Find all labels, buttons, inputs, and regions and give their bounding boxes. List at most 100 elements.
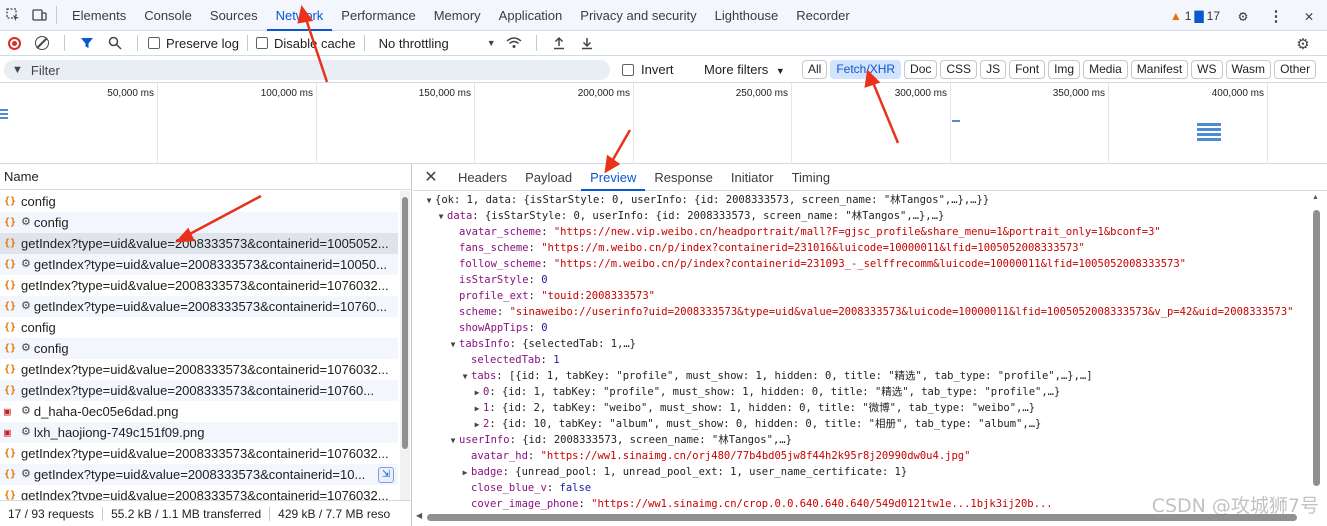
- tab-application[interactable]: Application: [490, 0, 572, 31]
- filter-chip-css[interactable]: CSS: [940, 60, 978, 79]
- request-row[interactable]: {} config: [0, 191, 398, 212]
- json-tree-line[interactable]: selectedTab: 1: [413, 352, 1309, 368]
- device-toolbar-icon[interactable]: [26, 0, 52, 31]
- scroll-up-arrow-icon[interactable]: ▲: [1312, 194, 1319, 201]
- expand-down-icon[interactable]: ▼: [423, 193, 435, 209]
- filter-input[interactable]: ▼ Filter: [4, 60, 610, 80]
- tab-privacy-and-security[interactable]: Privacy and security: [571, 0, 705, 31]
- filter-chip-ws[interactable]: WS: [1191, 60, 1223, 79]
- request-row[interactable]: {} getIndex?type=uid&value=2008333573&con…: [0, 359, 398, 380]
- request-row[interactable]: {} ⚙ getIndex?type=uid&value=2008333573&co…: [0, 464, 398, 485]
- filter-chip-img[interactable]: Img: [1048, 60, 1081, 79]
- details-tab-payload[interactable]: Payload: [516, 164, 581, 191]
- search-button[interactable]: [101, 31, 129, 56]
- preserve-log-checkbox[interactable]: Preserve log: [148, 36, 239, 51]
- preview-vertical-scrollbar[interactable]: ▲: [1310, 192, 1322, 510]
- json-tree-line[interactable]: ▼ userInfo: {id: 2008333573, screen_name:…: [413, 432, 1309, 448]
- tab-sources[interactable]: Sources: [201, 0, 267, 31]
- expand-down-icon[interactable]: ▼: [459, 369, 471, 385]
- json-tree-line[interactable]: fans_scheme: "https://m.weibo.cn/p/index…: [413, 240, 1309, 256]
- json-tree-line[interactable]: avatar_hd: "https://ww1.sinaimg.cn/orj48…: [413, 448, 1309, 464]
- tab-console[interactable]: Console: [135, 0, 201, 31]
- filter-toggle-button[interactable]: [73, 31, 101, 56]
- tab-elements[interactable]: Elements: [63, 0, 135, 31]
- details-tab-initiator[interactable]: Initiator: [722, 164, 783, 191]
- json-tree-line[interactable]: ▶ 0: {id: 1, tabKey: "profile", must_show…: [413, 384, 1309, 400]
- json-tree-line[interactable]: ▶ badge: {unread_pool: 1, unread_pool_ext…: [413, 464, 1309, 480]
- json-tree-line[interactable]: avatar_scheme: "https://new.vip.weibo.cn…: [413, 224, 1309, 240]
- json-tree-line[interactable]: ▶ 2: {id: 10, tabKey: "album", must_show:…: [413, 416, 1309, 432]
- clear-button[interactable]: [28, 31, 56, 56]
- tab-network[interactable]: Network: [266, 0, 333, 31]
- open-in-panel-icon[interactable]: ⇲: [378, 466, 394, 483]
- filter-chip-wasm[interactable]: Wasm: [1225, 60, 1272, 79]
- json-tree-line[interactable]: isStarStyle: 0: [413, 272, 1309, 288]
- request-row[interactable]: {} ⚙ config: [0, 338, 398, 359]
- filter-chip-other[interactable]: Other: [1274, 60, 1317, 79]
- settings-gear-icon[interactable]: ⚙: [1228, 7, 1258, 25]
- scrollbar-thumb[interactable]: [402, 197, 408, 449]
- more-options-icon[interactable]: ⋮: [1261, 7, 1291, 25]
- inspect-element-icon[interactable]: [0, 0, 26, 31]
- details-tab-response[interactable]: Response: [645, 164, 722, 191]
- tab-lighthouse[interactable]: Lighthouse: [706, 0, 788, 31]
- network-overview-timeline[interactable]: 50,000 ms 100,000 ms 150,000 ms 200,000 ms 2…: [0, 83, 1327, 164]
- json-tree-line[interactable]: profile_ext: "touid:2008333573": [413, 288, 1309, 304]
- json-tree-line[interactable]: ▼ {ok: 1, data: {isStarStyle: 0, userInfo…: [413, 192, 1309, 208]
- close-icon[interactable]: ✕: [413, 167, 449, 187]
- details-tab-preview[interactable]: Preview: [581, 164, 646, 191]
- json-tree-line[interactable]: ▼ tabs: [{id: 1, tabKey: "profile", must_…: [413, 368, 1309, 384]
- expand-right-icon[interactable]: ▶: [471, 401, 483, 417]
- import-har-button[interactable]: [545, 31, 573, 56]
- request-row[interactable]: {} ⚙ getIndex?type=uid&value=2008333573&co…: [0, 254, 398, 275]
- throttling-select[interactable]: No throttling: [379, 36, 449, 51]
- tab-recorder[interactable]: Recorder: [787, 0, 858, 31]
- request-row[interactable]: {} getIndex?type=uid&value=2008333573&con…: [0, 233, 398, 254]
- filter-chip-fetch-xhr[interactable]: Fetch/XHR: [830, 60, 902, 79]
- tab-memory[interactable]: Memory: [425, 0, 490, 31]
- filter-chip-doc[interactable]: Doc: [904, 60, 938, 79]
- json-tree-line[interactable]: ▼ data: {isStarStyle: 0, userInfo: {id: 2…: [413, 208, 1309, 224]
- scrollbar-thumb[interactable]: [1313, 210, 1320, 486]
- chevron-down-icon[interactable]: ▼: [487, 38, 496, 48]
- record-button[interactable]: [0, 31, 28, 56]
- details-tab-timing[interactable]: Timing: [783, 164, 840, 191]
- request-row[interactable]: ▣ ⚙ lxh_haojiong-749c151f09.png: [0, 422, 398, 443]
- checkbox-box[interactable]: [255, 37, 268, 49]
- json-tree-line[interactable]: ▶ 1: {id: 2, tabKey: "weibo", must_show: …: [413, 400, 1309, 416]
- request-row[interactable]: {} ⚙ config: [0, 212, 398, 233]
- tab-performance[interactable]: Performance: [332, 0, 424, 31]
- invert-checkbox[interactable]: Invert: [622, 62, 674, 77]
- json-tree-line[interactable]: scheme: "sinaweibo://userinfo?uid=200833…: [413, 304, 1309, 320]
- network-conditions-button[interactable]: [500, 31, 528, 56]
- more-filters-dropdown[interactable]: More filters ▼: [704, 62, 785, 77]
- checkbox-box[interactable]: [148, 37, 160, 49]
- close-icon[interactable]: ✕: [1294, 7, 1324, 25]
- json-tree-line[interactable]: ▼ tabsInfo: {selectedTab: 1,…}: [413, 336, 1309, 352]
- request-row[interactable]: {} getIndex?type=uid&value=2008333573&con…: [0, 380, 398, 401]
- filter-chip-font[interactable]: Font: [1009, 60, 1046, 79]
- details-tab-headers[interactable]: Headers: [449, 164, 516, 191]
- scroll-left-arrow-icon[interactable]: ◀: [416, 511, 422, 520]
- checkbox-box[interactable]: [622, 63, 634, 76]
- filter-chip-media[interactable]: Media: [1083, 60, 1128, 79]
- json-tree-line[interactable]: follow_scheme: "https://m.weibo.cn/p/ind…: [413, 256, 1309, 272]
- expand-right-icon[interactable]: ▶: [471, 417, 483, 433]
- request-row[interactable]: ▣ ⚙ d_haha-0ec05e6dad.png: [0, 401, 398, 422]
- expand-right-icon[interactable]: ▶: [459, 465, 471, 481]
- filter-chip-js[interactable]: JS: [980, 60, 1007, 79]
- expand-right-icon[interactable]: ▶: [471, 385, 483, 401]
- request-row[interactable]: {} config: [0, 317, 398, 338]
- issues-counter[interactable]: ▲ 1 ▇ 17: [1170, 9, 1220, 23]
- network-settings-button[interactable]: ⚙: [1289, 31, 1317, 56]
- request-list-scrollbar[interactable]: [400, 191, 410, 502]
- expand-down-icon[interactable]: ▼: [435, 209, 447, 225]
- json-preview[interactable]: ▼ {ok: 1, data: {isStarStyle: 0, userInfo…: [413, 192, 1309, 510]
- export-har-button[interactable]: [573, 31, 601, 56]
- filter-chip-manifest[interactable]: Manifest: [1130, 60, 1189, 79]
- request-row[interactable]: {} getIndex?type=uid&value=2008333573&con…: [0, 443, 398, 464]
- request-row[interactable]: {} getIndex?type=uid&value=2008333573&con…: [0, 275, 398, 296]
- disable-cache-checkbox[interactable]: Disable cache: [255, 36, 356, 51]
- expand-down-icon[interactable]: ▼: [447, 337, 459, 353]
- name-column-header[interactable]: Name: [0, 164, 411, 190]
